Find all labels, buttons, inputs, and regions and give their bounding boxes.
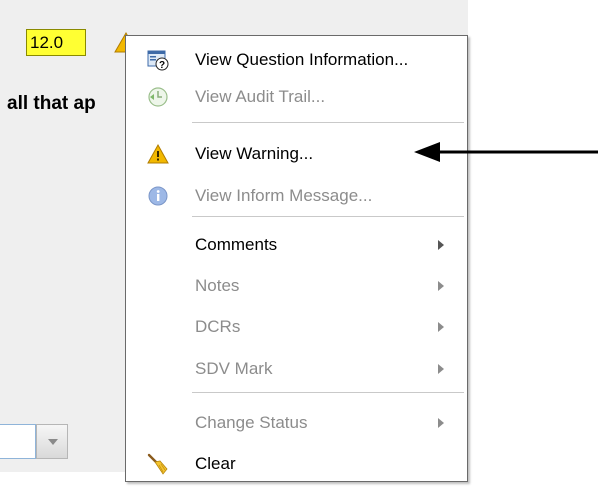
menu-item-dcrs[interactable]: DCRs xyxy=(126,309,467,345)
menu-item-view-audit-trail[interactable]: View Audit Trail... xyxy=(126,79,467,115)
warning-icon xyxy=(147,143,169,164)
menu-item-label: DCRs xyxy=(195,317,241,336)
chevron-down-icon xyxy=(48,439,58,445)
dropdown-field[interactable] xyxy=(0,424,36,459)
menu-item-label: View Warning... xyxy=(195,144,314,163)
annotation-arrow xyxy=(414,142,598,162)
menu-separator xyxy=(192,216,464,217)
menu-item-label: Comments xyxy=(195,235,278,254)
dropdown-button[interactable] xyxy=(36,424,68,459)
submenu-arrow-icon xyxy=(438,281,444,291)
value-field[interactable]: 12.0 xyxy=(26,29,86,56)
menu-separator xyxy=(192,122,464,123)
menu-item-comments[interactable]: Comments xyxy=(126,227,467,263)
submenu-arrow-icon xyxy=(438,322,444,332)
audit-trail-icon xyxy=(148,87,168,107)
menu-item-view-question-information[interactable]: ? View Question Information... xyxy=(126,42,467,78)
svg-text:?: ? xyxy=(159,60,165,71)
menu-item-label: Change Status xyxy=(195,413,308,432)
menu-item-view-inform-message[interactable]: View Inform Message... xyxy=(126,178,467,214)
broom-icon xyxy=(147,453,168,475)
menu-item-label: Notes xyxy=(195,276,240,295)
menu-item-change-status[interactable]: Change Status xyxy=(126,405,467,441)
info-icon xyxy=(148,186,168,206)
menu-item-notes[interactable]: Notes xyxy=(126,268,467,304)
question-text: all that ap xyxy=(7,93,96,114)
submenu-arrow-icon xyxy=(438,240,444,250)
menu-separator xyxy=(192,392,464,393)
submenu-arrow-icon xyxy=(438,364,444,374)
question-info-icon: ? xyxy=(147,50,169,71)
submenu-arrow-icon xyxy=(438,418,444,428)
context-menu: ? View Question Information... View Audi… xyxy=(125,35,468,482)
menu-item-label: Clear xyxy=(195,454,236,473)
menu-item-label: View Audit Trail... xyxy=(195,87,326,106)
menu-item-label: SDV Mark xyxy=(195,359,273,378)
menu-item-label: View Inform Message... xyxy=(195,186,373,205)
menu-item-clear[interactable]: Clear xyxy=(126,446,467,482)
menu-item-label: View Question Information... xyxy=(195,50,409,69)
menu-item-sdv-mark[interactable]: SDV Mark xyxy=(126,351,467,387)
